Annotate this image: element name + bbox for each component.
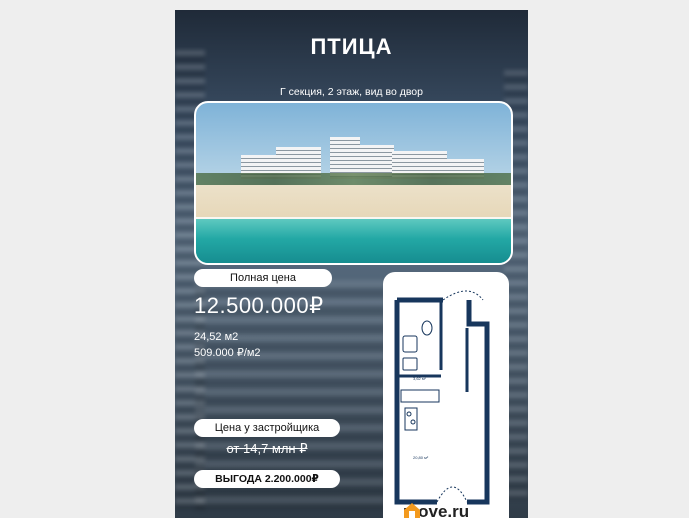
- apartment-subtitle: Г секция, 2 этаж, вид во двор: [280, 86, 423, 98]
- price-per-m2: 509.000 ₽/м2: [194, 347, 261, 359]
- beach: [196, 185, 511, 219]
- room-area-bathroom: 3,62 м²: [413, 376, 427, 381]
- developer-price-value: от 14,7 млн ₽: [226, 441, 308, 456]
- page-title: ПТИЦА: [310, 34, 393, 59]
- price-value: 12.500.000₽: [194, 293, 324, 318]
- floor-plan: 3,62 м² 20,80 м² move.ru: [383, 272, 509, 518]
- sea: [196, 219, 511, 263]
- full-price-label: Полная цена: [194, 269, 332, 287]
- listing-card: ПТИЦА Г секция, 2 этаж, вид во двор Полн…: [175, 10, 528, 518]
- trees: [196, 173, 511, 185]
- resort-photo: [194, 101, 513, 265]
- room-area-living: 20,80 м²: [413, 455, 429, 460]
- move-ru-logo: move.ru: [403, 502, 469, 518]
- house-logo-icon: [404, 503, 420, 518]
- floor-plan-drawing: 3,62 м² 20,80 м²: [394, 290, 490, 505]
- savings-badge: ВЫГОДА 2.200.000₽: [194, 470, 340, 488]
- area-value: 24,52 м2: [194, 331, 239, 343]
- developer-price-label: Цена у застройщика: [194, 419, 340, 437]
